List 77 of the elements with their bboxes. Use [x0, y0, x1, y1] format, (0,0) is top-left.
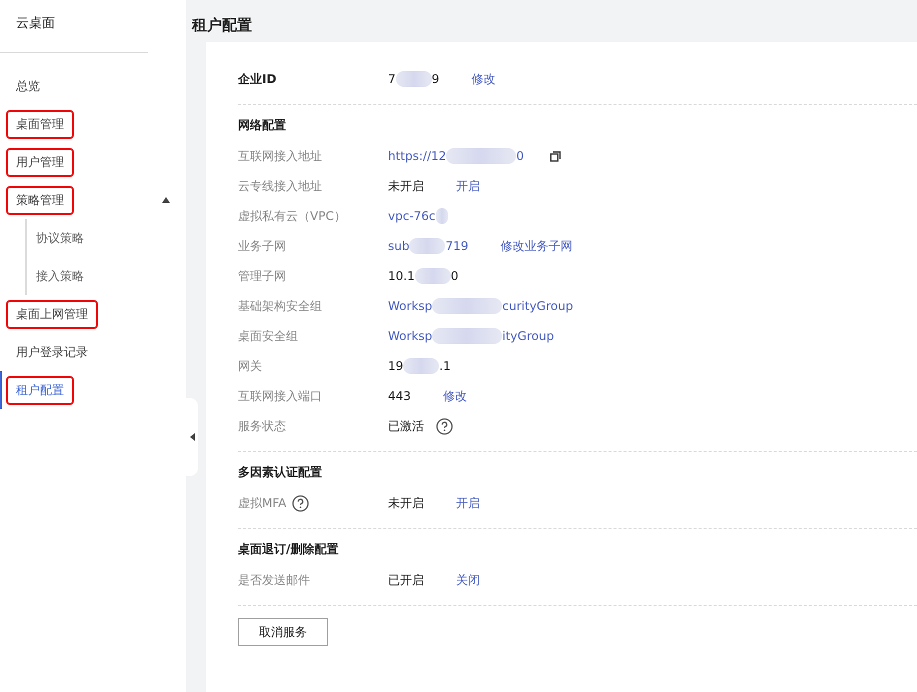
- field-label: 虚拟私有云（VPC）: [238, 208, 346, 224]
- action-link[interactable]: 开启: [456, 494, 480, 512]
- field-label: 云专线接入地址: [238, 178, 322, 194]
- field-value[interactable]: Worksp: [388, 329, 432, 343]
- item-label: 接入策略: [35, 268, 85, 284]
- field-value: 7: [388, 72, 396, 86]
- item-label: 用户登录记录: [15, 344, 89, 360]
- field-value: 443: [388, 389, 411, 403]
- field-value[interactable]: ityGroup: [502, 329, 554, 343]
- field-label: 互联网接入端口: [238, 388, 322, 404]
- item-label: 总览: [15, 78, 41, 94]
- redaction-blur: [436, 208, 448, 224]
- field-label: 虚拟MFA: [238, 494, 286, 512]
- field-value[interactable]: 719: [445, 239, 468, 253]
- field-value: 未开启: [388, 494, 424, 512]
- field-value: 未开启: [388, 178, 424, 194]
- help-icon[interactable]: [436, 418, 453, 434]
- field-label: 管理子网: [238, 268, 286, 284]
- sidebar-item[interactable]: 桌面上网管理: [0, 295, 186, 333]
- sidebar-item[interactable]: 总览: [0, 67, 186, 105]
- page-title: 租户配置: [192, 15, 253, 36]
- field-value: 9: [432, 72, 440, 86]
- item-label: 桌面上网管理: [8, 302, 96, 326]
- item-label: 用户管理: [8, 150, 72, 174]
- sidebar-item[interactable]: 策略管理: [0, 181, 186, 219]
- sidebar-item[interactable]: 桌面管理: [0, 105, 186, 143]
- field-value: 已开启: [388, 572, 424, 588]
- section-title: 桌面退订/删除配置: [238, 540, 340, 558]
- item-label: 桌面管理: [8, 112, 72, 136]
- action-link[interactable]: 修改业务子网: [500, 238, 572, 254]
- redaction-blur: [403, 358, 440, 374]
- field-label: 企业ID: [238, 70, 276, 88]
- field-value: .1: [439, 359, 451, 373]
- item-label: 租户配置: [8, 378, 72, 402]
- redaction-blur: [396, 71, 432, 87]
- item-label: 协议策略: [35, 230, 85, 246]
- action-link[interactable]: 修改: [471, 70, 496, 88]
- action-link[interactable]: 修改: [442, 388, 467, 404]
- field-value[interactable]: 0: [516, 149, 524, 163]
- redaction-blur: [432, 298, 502, 314]
- caret-icon: [190, 433, 194, 441]
- field-value: 19: [388, 359, 404, 373]
- redaction-blur: [432, 328, 502, 344]
- field-value: 已激活: [388, 418, 424, 434]
- sidebar-item[interactable]: 接入策略: [25, 257, 186, 295]
- field-value[interactable]: https://12: [388, 149, 446, 163]
- item-label: 策略管理: [8, 188, 72, 212]
- section-title: 多因素认证配置: [238, 464, 323, 480]
- field-value[interactable]: Worksp: [388, 299, 432, 313]
- caret-icon[interactable]: [162, 197, 170, 203]
- field-label: 服务状态: [238, 418, 286, 434]
- collapse-handle[interactable]: [186, 398, 198, 476]
- field-label: 互联网接入地址: [238, 148, 322, 164]
- field-label: 桌面安全组: [238, 328, 298, 344]
- redaction-blur: [446, 148, 516, 164]
- action-link[interactable]: 关闭: [456, 572, 480, 588]
- sidebar-item[interactable]: 用户登录记录: [0, 333, 186, 371]
- cancel-service-button[interactable]: 取消服务: [238, 618, 328, 646]
- field-value: 0: [450, 269, 458, 283]
- sidebar-item[interactable]: 租户配置: [0, 371, 186, 409]
- field-label: 业务子网: [238, 238, 286, 254]
- field-value[interactable]: sub: [388, 239, 410, 253]
- help-icon[interactable]: [292, 494, 310, 512]
- field-label: 是否发送邮件: [238, 572, 310, 588]
- action-link[interactable]: 开启: [456, 178, 480, 194]
- app-title: 云桌面: [0, 14, 148, 53]
- section-title: 网络配置: [238, 116, 287, 134]
- field-value: 10.1: [388, 269, 415, 283]
- copy-icon[interactable]: [550, 150, 561, 162]
- field-label: 基础架构安全组: [238, 298, 322, 314]
- field-value[interactable]: vpc-76c: [388, 209, 436, 223]
- sidebar-item[interactable]: 协议策略: [25, 219, 186, 257]
- redaction-blur: [409, 238, 446, 254]
- field-label: 网关: [238, 358, 262, 374]
- field-value[interactable]: curityGroup: [502, 299, 574, 313]
- sidebar-item[interactable]: 用户管理: [0, 143, 186, 181]
- redaction-blur: [414, 268, 451, 284]
